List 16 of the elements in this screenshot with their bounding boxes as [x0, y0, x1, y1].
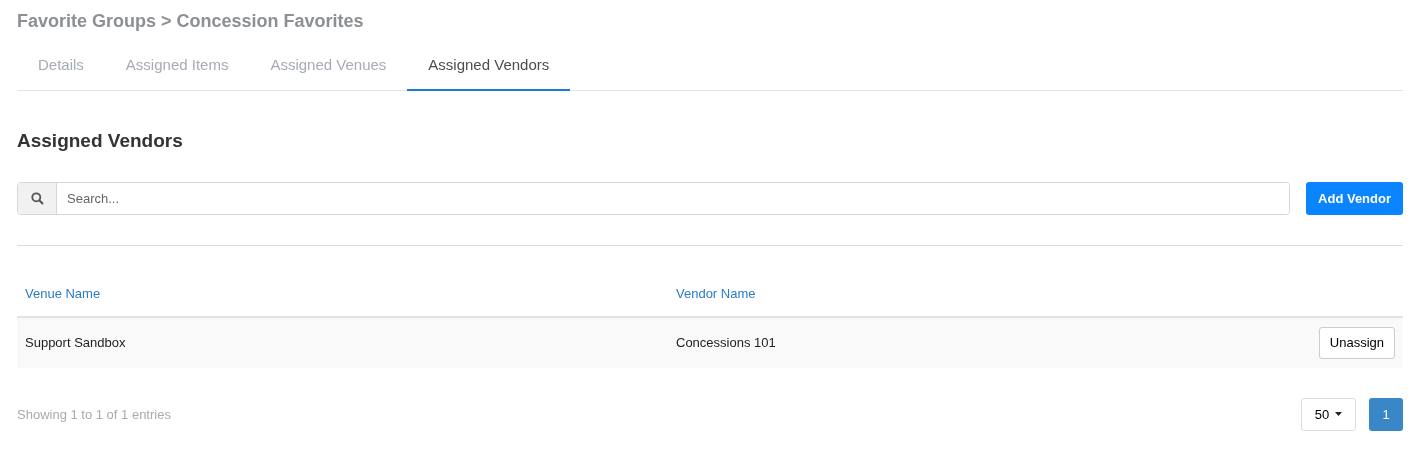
tab[interactable]: Assigned Items	[104, 54, 250, 91]
breadcrumb-title: Favorite Groups > Concession Favorites	[17, 10, 365, 33]
section-title: Assigned Vendors	[17, 129, 184, 153]
caret-icon	[1335, 412, 1343, 417]
search-field[interactable]: Search...	[17, 182, 1291, 216]
tab[interactable]: Details	[17, 54, 105, 91]
page-size-select[interactable]: 50	[1301, 397, 1356, 431]
unassign-button[interactable]: Unassign	[1318, 327, 1395, 359]
add-vendor-button[interactable]: Add Vendor	[1306, 182, 1403, 216]
entries-info: Showing 1 to 1 of 1 entries	[17, 405, 171, 424]
table-cell-text: Support Sandbox	[25, 334, 126, 353]
tab[interactable]: Assigned Venues	[249, 54, 408, 91]
table-cell-text: Concessions 101	[676, 334, 776, 353]
tab[interactable]: Assigned Vendors	[407, 54, 571, 91]
search-icon	[30, 192, 44, 206]
page-button[interactable]: 1	[1369, 397, 1403, 431]
